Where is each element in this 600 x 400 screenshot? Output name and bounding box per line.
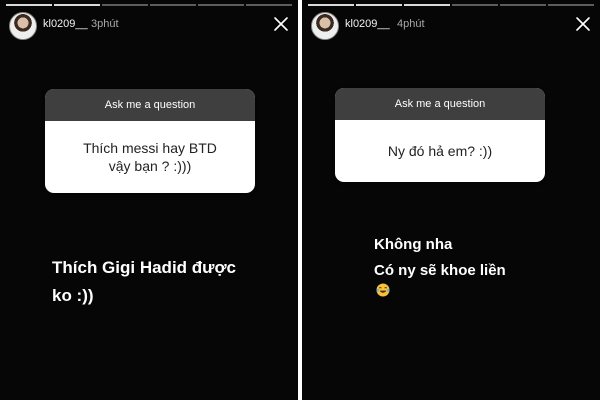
story-panel-left[interactable]: kl0209__ 3phút Ask me a question Thích m… — [0, 0, 298, 400]
avatar[interactable] — [311, 12, 339, 40]
close-icon[interactable] — [574, 15, 592, 33]
progress-segment — [150, 4, 196, 6]
progress-segment — [102, 4, 148, 6]
story-header: kl0209__ 4phút — [311, 12, 592, 40]
story-progress-bar — [6, 4, 292, 6]
progress-segment — [54, 4, 100, 6]
question-sticker-header: Ask me a question — [335, 88, 545, 120]
progress-segment — [246, 4, 292, 6]
username[interactable]: kl0209__ — [43, 18, 88, 30]
question-text: Ny đó hả em? :)) — [387, 143, 493, 159]
progress-segment — [548, 4, 594, 6]
laughing-with-tears-emoji — [376, 283, 390, 297]
post-time: 4phút — [397, 18, 425, 30]
progress-segment — [198, 4, 244, 6]
post-time: 3phút — [91, 18, 119, 30]
close-icon[interactable] — [272, 15, 290, 33]
username[interactable]: kl0209__ — [345, 18, 390, 30]
question-text: Thích messi hay BTD vậy bạn ? :))) — [83, 140, 217, 174]
question-sticker-header: Ask me a question — [45, 89, 255, 121]
progress-segment — [500, 4, 546, 6]
story-progress-bar — [308, 4, 594, 6]
question-sticker: Ask me a question Ny đó hả em? :)) — [335, 88, 545, 182]
story-header: kl0209__ 3phút — [9, 12, 290, 40]
story-panel-right[interactable]: kl0209__ 4phút Ask me a question Ny đó h… — [302, 0, 600, 400]
reply-text: Thích Gigi Hadid được ko :)) — [52, 258, 237, 305]
avatar[interactable] — [9, 12, 37, 40]
progress-segment — [404, 4, 450, 6]
progress-segment — [6, 4, 52, 6]
question-sticker: Ask me a question Thích messi hay BTD vậ… — [45, 89, 255, 193]
progress-segment — [308, 4, 354, 6]
progress-segment — [452, 4, 498, 6]
progress-segment — [356, 4, 402, 6]
reply-text: Không nha Có ny sẽ khoe liền — [374, 236, 506, 279]
